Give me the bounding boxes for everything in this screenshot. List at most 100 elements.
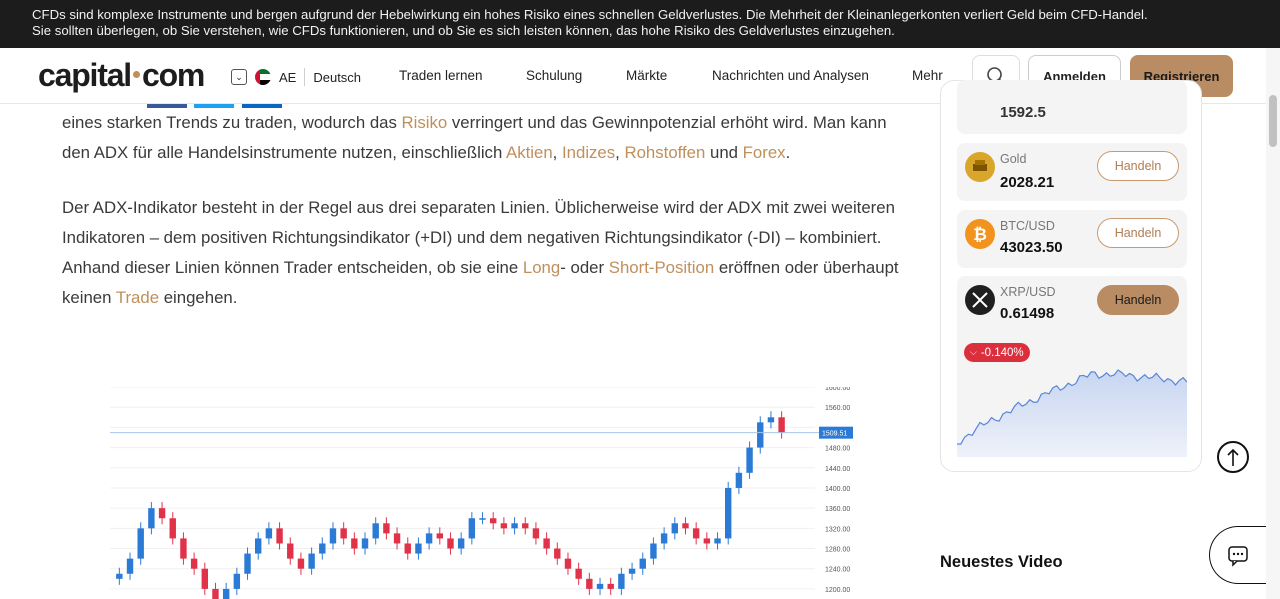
logo-text-right: com <box>141 57 205 93</box>
candle-body <box>746 447 753 473</box>
menu-schulung[interactable]: Schulung <box>526 68 582 83</box>
candle-body <box>468 518 476 539</box>
chart-tick-label: 1280.00 <box>825 547 850 554</box>
candle-body <box>447 538 454 549</box>
chart-tick-label: 1480.00 <box>825 446 850 453</box>
candle-body <box>287 543 294 559</box>
price-change-value: -0.140% <box>980 346 1024 359</box>
link-indizes[interactable]: Indizes <box>562 143 615 162</box>
xrp-icon <box>965 285 995 315</box>
candle-body <box>126 558 134 574</box>
newest-video-heading: Neuestes Video <box>940 553 1063 571</box>
arrow-up-icon <box>1227 448 1239 466</box>
region-code: AE <box>279 69 297 85</box>
instrument-card-gold: Gold 2028.21 Handeln <box>957 143 1187 201</box>
candle-body <box>757 422 764 448</box>
article-paragraph-1: eines starken Trends zu traden, wodurch … <box>62 113 887 162</box>
instrument-name: XRP/USD <box>1000 285 1056 299</box>
candle-body <box>244 553 251 574</box>
candle-body <box>180 538 187 559</box>
candle-body <box>564 558 572 569</box>
chart-tick-label: 1560.00 <box>825 405 850 412</box>
candle-body <box>265 528 273 539</box>
partial-price: 1592.5 <box>1000 104 1046 121</box>
last-price-label: 1509.51 <box>822 431 847 438</box>
gold-icon <box>965 152 995 182</box>
locale-selector[interactable]: ⌄ AE Deutsch <box>231 68 361 86</box>
candle-body <box>650 543 657 559</box>
link-long[interactable]: Long <box>523 258 560 277</box>
candle-body <box>393 533 401 544</box>
candle-body <box>436 533 443 539</box>
chat-icon <box>1228 546 1248 567</box>
candle-body <box>500 523 508 529</box>
candle-body <box>383 523 390 534</box>
candle-body <box>596 583 604 589</box>
locale-divider <box>304 68 306 86</box>
candle-body <box>671 523 678 534</box>
candle-body <box>116 573 123 579</box>
trade-gold-button[interactable]: Handeln <box>1097 151 1179 181</box>
instrument-price: 43023.50 <box>1000 239 1063 256</box>
candle-body <box>778 417 785 433</box>
menu-traden-lernen[interactable]: Traden lernen <box>399 68 483 83</box>
menu-mehr[interactable]: Mehr <box>912 68 943 83</box>
candle-body <box>682 523 689 529</box>
candle-body <box>511 523 518 529</box>
candle-body <box>735 472 743 488</box>
candle-body <box>308 553 315 569</box>
chart-tick-label: 1360.00 <box>825 506 850 513</box>
instrument-price: 2028.21 <box>1000 174 1055 191</box>
candle-body <box>532 528 540 539</box>
chevron-down-icon: ⌵ <box>970 347 977 357</box>
candle-body <box>554 548 561 559</box>
candle-body <box>297 558 305 569</box>
chart-tick-label: 1240.00 <box>825 567 850 574</box>
link-forex[interactable]: Forex <box>743 143 786 162</box>
candle-body <box>628 568 636 574</box>
instrument-card-xrp: XRP/USD 0.61498 Handeln <box>957 276 1187 457</box>
candle-body <box>212 588 219 599</box>
risk-warning-line-2: Sie sollten überlegen, ob Sie verstehen,… <box>32 23 895 38</box>
chart-tick-label: 1400.00 <box>825 486 850 493</box>
link-risiko[interactable]: Risiko <box>402 113 448 132</box>
candle-body <box>660 533 668 544</box>
scroll-to-top-button[interactable] <box>1217 441 1249 473</box>
candle-body <box>404 543 411 554</box>
chart-background <box>110 387 862 599</box>
trade-btc-button[interactable]: Handeln <box>1097 218 1179 248</box>
candle-body <box>490 518 497 524</box>
language-label[interactable]: Deutsch <box>313 70 361 85</box>
xrp-sparkline <box>957 369 1187 457</box>
link-short-position[interactable]: Short-Position <box>609 258 714 277</box>
candle-body <box>725 487 732 539</box>
price-change-badge: ⌵ -0.140% <box>964 343 1030 362</box>
page-scrollbar[interactable] <box>1266 48 1280 599</box>
instrument-card-partial: 1592.5 <box>957 80 1187 134</box>
scrollbar-thumb[interactable] <box>1269 95 1277 147</box>
link-rohstoffen[interactable]: Rohstoffen <box>624 143 705 162</box>
chart-tick-label: 1600.00 <box>825 387 850 392</box>
candle-body <box>137 528 144 559</box>
logo-dot <box>132 71 140 79</box>
menu-maerkte[interactable]: Märkte <box>626 68 667 83</box>
chart-tick-label: 1440.00 <box>825 466 850 473</box>
candle-body <box>639 558 646 569</box>
trade-xrp-button[interactable]: Handeln <box>1097 285 1179 315</box>
capital-com-logo[interactable]: capital com <box>38 57 205 94</box>
link-aktien[interactable]: Aktien <box>506 143 553 162</box>
menu-nachrichten-analysen[interactable]: Nachrichten und Analysen <box>712 68 869 83</box>
candle-body <box>201 568 208 589</box>
candle-body <box>361 538 369 549</box>
candlestick-chart: 1600.00 1560.00 1480.00 1440.00 1400.00 1360.… <box>110 387 862 599</box>
candle-body <box>255 538 262 554</box>
candle-body <box>372 523 379 539</box>
candle-body <box>169 518 176 539</box>
candle-body <box>329 528 337 544</box>
link-trade[interactable]: Trade <box>116 288 159 307</box>
bitcoin-icon: ₿ <box>965 219 995 249</box>
candle-body <box>276 528 283 544</box>
risk-warning-banner: CFDs sind komplexe Instrumente und berge… <box>0 0 1280 48</box>
candle-body <box>233 573 241 589</box>
instrument-card-btc: ₿ BTC/USD 43023.50 Handeln <box>957 210 1187 268</box>
